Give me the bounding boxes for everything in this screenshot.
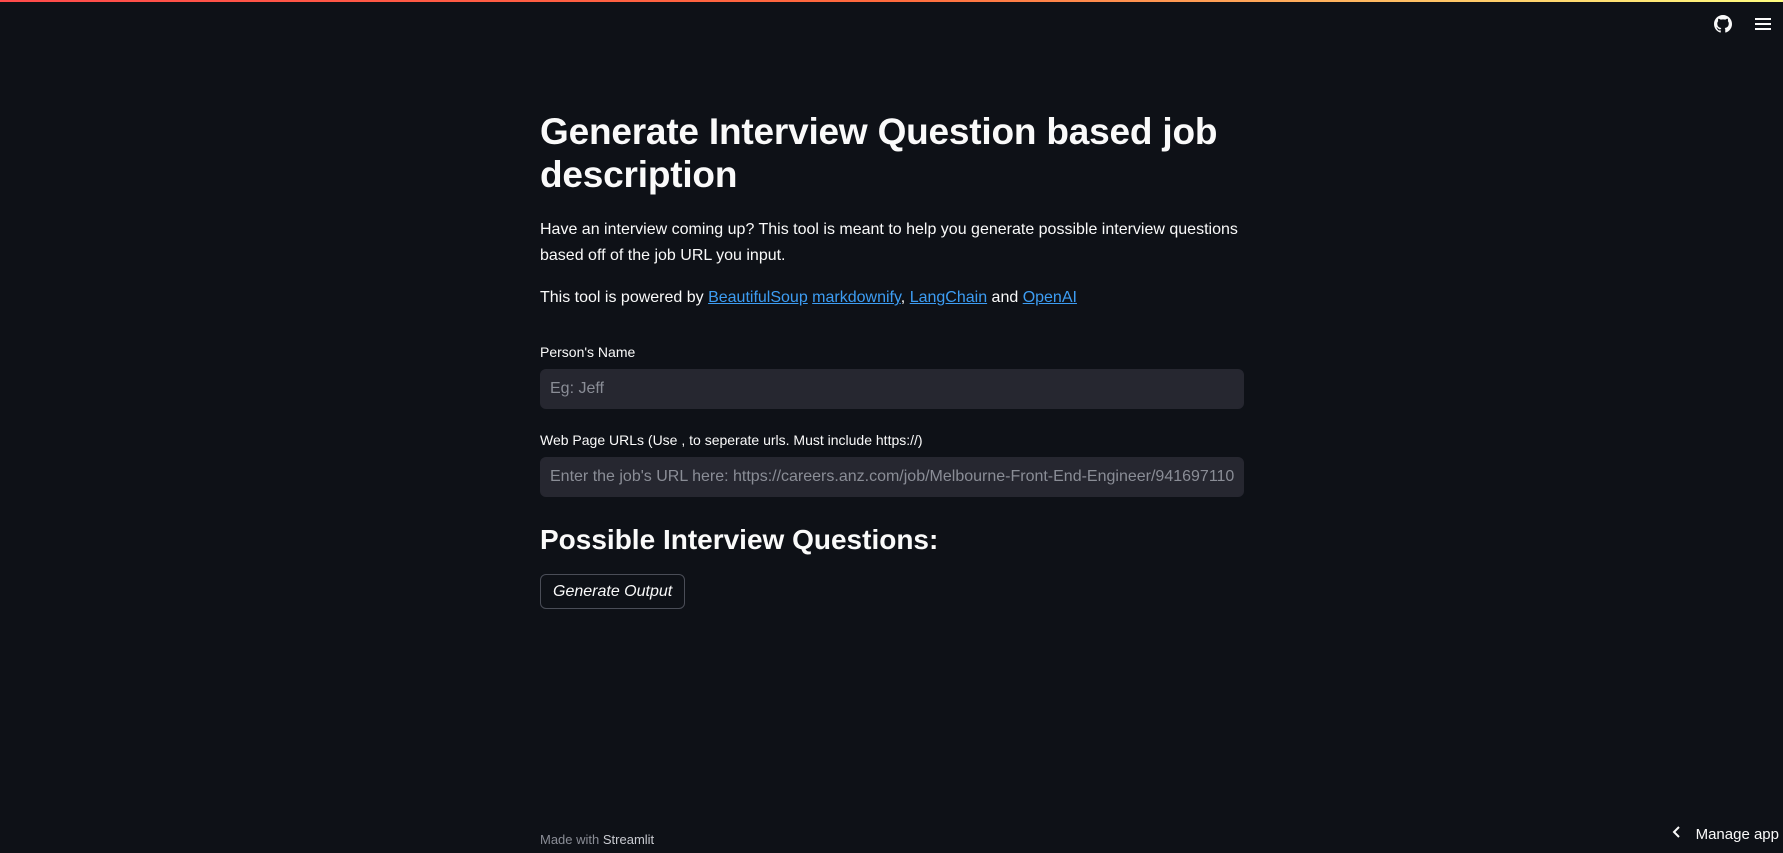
github-icon[interactable] [1713, 14, 1733, 34]
output-heading: Possible Interview Questions: [540, 524, 939, 555]
top-decoration-bar [0, 0, 1783, 2]
and-separator: and [987, 289, 1023, 306]
openai-link[interactable]: OpenAI [1023, 289, 1077, 306]
name-field-group: Person's Name [540, 343, 1244, 409]
generate-output-button[interactable]: Generate Output [540, 574, 686, 609]
powered-by-prefix: This tool is powered by [540, 289, 709, 306]
powered-by-text: This tool is powered by BeautifulSoup ma… [540, 285, 1244, 311]
footer-made-with: Made with [540, 832, 603, 847]
langchain-link[interactable]: LangChain [910, 289, 987, 306]
page-description: Have an interview coming up? This tool i… [540, 221, 1238, 264]
name-input[interactable] [540, 369, 1244, 409]
url-field-label: Web Page URLs (Use , to seperate urls. M… [540, 432, 923, 448]
page-title: Generate Interview Question based job de… [540, 111, 1218, 195]
beautifulsoup-link[interactable]: BeautifulSoup [708, 289, 808, 306]
footer: Made with Streamlit [540, 832, 654, 847]
name-field-label: Person's Name [540, 344, 636, 360]
url-input[interactable] [540, 457, 1244, 497]
streamlit-link[interactable]: Streamlit [603, 832, 654, 847]
top-toolbar [1713, 14, 1773, 34]
comma-separator: , [900, 289, 910, 306]
hamburger-menu-icon[interactable] [1753, 14, 1773, 34]
main-content: Generate Interview Question based job de… [540, 110, 1244, 311]
manage-app-label: Manage app [1695, 825, 1779, 843]
chevron-left-icon [1672, 825, 1682, 843]
url-field-group: Web Page URLs (Use , to seperate urls. M… [540, 431, 1244, 497]
manage-app-button[interactable]: Manage app [1658, 821, 1779, 847]
markdownify-link[interactable]: markdownify [812, 289, 901, 306]
